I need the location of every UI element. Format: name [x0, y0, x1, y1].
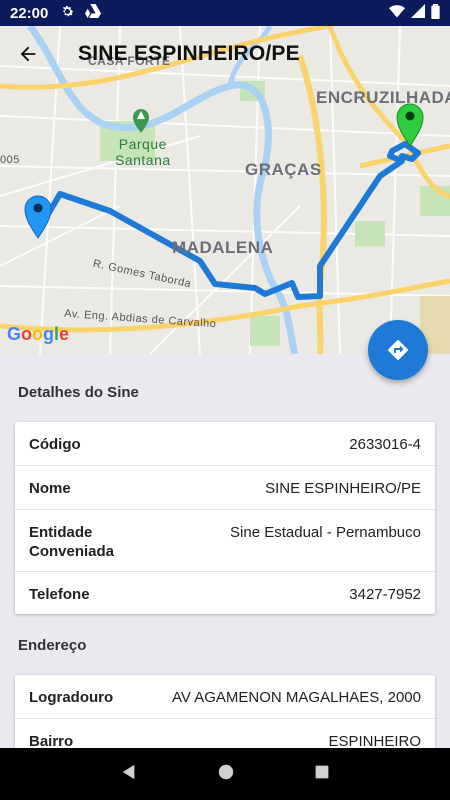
detail-row-entidade: Entidade Conveniada Sine Estadual - Pern…: [15, 510, 435, 572]
detail-value: SINE ESPINHEIRO/PE: [265, 480, 421, 497]
drive-icon: [85, 4, 102, 22]
detail-row-codigo: Código 2633016-4: [15, 422, 435, 466]
address-label: Logradouro: [29, 689, 114, 706]
detail-label: Entidade Conveniada: [29, 523, 114, 561]
battery-icon: [431, 3, 440, 23]
park-label-line2: Santana: [115, 152, 171, 168]
district-label-encruzilhada: ENCRUZILHADA: [316, 88, 450, 107]
detail-label: Código: [29, 436, 81, 453]
park-label: Parque Santana: [115, 136, 171, 168]
arrow-back-icon: [20, 46, 36, 62]
google-logo: Google: [7, 324, 70, 344]
street-label-code: 005: [0, 154, 20, 166]
signal-icon: [411, 4, 425, 22]
details-card: Código 2633016-4 Nome SINE ESPINHEIRO/PE…: [15, 422, 435, 614]
wifi-icon: [389, 4, 405, 22]
detail-label: Nome: [29, 480, 71, 497]
detail-value: 3427-7952: [349, 586, 421, 603]
status-time: 22:00: [10, 4, 49, 22]
settings-icon: [60, 4, 75, 23]
nav-home-icon[interactable]: [217, 763, 235, 786]
detail-label-line1: Entidade: [29, 524, 93, 541]
address-section-title: Endereço: [18, 637, 87, 654]
directions-button[interactable]: [368, 320, 428, 380]
page-title: SINE ESPINHEIRO/PE: [78, 42, 300, 65]
address-row-logradouro: Logradouro AV AGAMENON MAGALHAES, 2000: [15, 675, 435, 719]
detail-label-line2: Conveniada: [29, 543, 115, 560]
details-section-title: Detalhes do Sine: [18, 384, 139, 401]
detail-value: 2633016-4: [349, 436, 421, 453]
back-button[interactable]: [0, 26, 56, 82]
district-label-madalena: MADALENA: [172, 238, 274, 257]
status-bar: 22:00: [0, 0, 450, 26]
nav-back-icon[interactable]: [120, 763, 138, 786]
address-value: AV AGAMENON MAGALHAES, 2000: [172, 689, 421, 706]
detail-row-nome: Nome SINE ESPINHEIRO/PE: [15, 466, 435, 510]
directions-icon: [388, 340, 408, 360]
app-bar: SINE ESPINHEIRO/PE: [0, 26, 450, 82]
detail-value: Sine Estadual - Pernambuco: [230, 524, 421, 541]
nav-recents-icon[interactable]: [314, 764, 330, 785]
detail-label: Telefone: [29, 586, 90, 603]
park-label-line1: Parque: [118, 136, 167, 152]
system-nav-bar: [0, 748, 450, 800]
detail-row-telefone[interactable]: Telefone 3427-7952: [15, 572, 435, 614]
district-label-gracas: GRAÇAS: [245, 160, 322, 179]
